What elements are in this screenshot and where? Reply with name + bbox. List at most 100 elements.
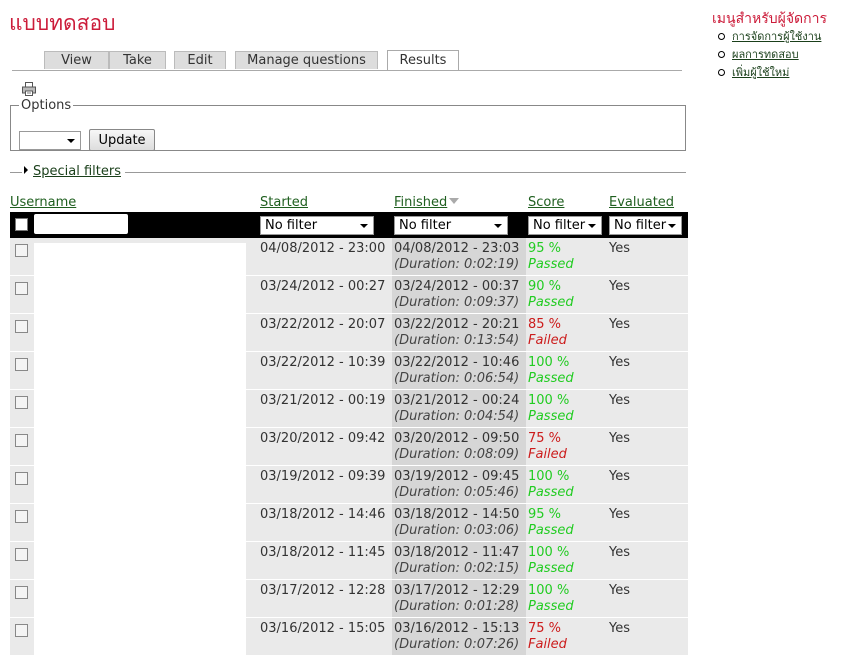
status-cell: Passed: [528, 295, 574, 310]
evaluated-cell: Yes: [609, 393, 630, 408]
header-evaluated[interactable]: Evaluated: [609, 195, 674, 210]
chevron-down-icon: [67, 139, 75, 143]
status-cell: Failed: [528, 447, 567, 462]
admin-menu-item: เพิ่มผู้ใช้ใหม่: [718, 65, 821, 83]
finished-cell: 03/19/2012 - 09:45: [394, 469, 520, 484]
username-filter-input[interactable]: [34, 214, 128, 234]
duration-cell: (Duration: 0:02:19): [394, 257, 520, 272]
status-cell: Passed: [528, 485, 574, 500]
evaluated-cell: Yes: [609, 621, 630, 636]
printer-icon[interactable]: [22, 82, 36, 96]
row-checkbox[interactable]: [15, 434, 28, 447]
started-cell: 03/24/2012 - 00:27: [260, 279, 386, 294]
special-filters-toggle[interactable]: Special filters: [22, 164, 125, 180]
tab-view[interactable]: View: [44, 51, 109, 69]
admin-link-user-management[interactable]: การจัดการผู้ใช้งาน: [732, 30, 821, 43]
finished-cell: 03/18/2012 - 11:47: [394, 545, 520, 560]
tab-manage-questions[interactable]: Manage questions: [235, 51, 378, 69]
status-cell: Passed: [528, 257, 574, 272]
row-checkbox[interactable]: [15, 586, 28, 599]
update-button[interactable]: Update: [89, 129, 155, 151]
chevron-down-icon: [494, 224, 502, 228]
score-cell: 95 %: [528, 507, 562, 522]
row-checkbox[interactable]: [15, 624, 28, 637]
started-filter-select[interactable]: No filter: [260, 216, 374, 235]
tab-bar: View Take Edit Manage questions Results: [12, 50, 682, 71]
started-cell: 03/19/2012 - 09:39: [260, 469, 386, 484]
page-title: แบบทดสอบ: [9, 11, 116, 35]
finished-cell: 03/22/2012 - 10:46: [394, 355, 520, 370]
score-cell: 85 %: [528, 317, 562, 332]
score-cell: 100 %: [528, 545, 570, 560]
finished-filter-value: No filter: [399, 218, 452, 233]
tab-edit[interactable]: Edit: [174, 51, 226, 69]
finished-cell: 03/16/2012 - 15:13: [394, 621, 520, 636]
duration-cell: (Duration: 0:03:06): [394, 523, 520, 538]
tab-results[interactable]: Results: [387, 50, 459, 70]
evaluated-cell: Yes: [609, 241, 630, 256]
duration-cell: (Duration: 0:08:09): [394, 447, 520, 462]
started-cell: 03/21/2012 - 00:19: [260, 393, 386, 408]
options-select[interactable]: [19, 131, 81, 150]
header-score[interactable]: Score: [528, 195, 564, 210]
row-checkbox[interactable]: [15, 548, 28, 561]
status-cell: Failed: [528, 333, 567, 348]
evaluated-cell: Yes: [609, 545, 630, 560]
admin-menu-item: ผลการทดสอบ: [718, 47, 821, 65]
started-cell: 03/20/2012 - 09:42: [260, 431, 386, 446]
admin-menu-title: เมนูสำหรับผู้จัดการ: [712, 11, 827, 27]
started-cell: 03/22/2012 - 20:07: [260, 317, 386, 332]
score-filter-value: No filter: [533, 218, 586, 233]
admin-link-test-results[interactable]: ผลการทดสอบ: [732, 48, 799, 61]
evaluated-cell: Yes: [609, 355, 630, 370]
evaluated-filter-select[interactable]: No filter: [609, 216, 682, 235]
row-checkbox[interactable]: [15, 510, 28, 523]
finished-cell: 03/24/2012 - 00:37: [394, 279, 520, 294]
tab-take[interactable]: Take: [109, 51, 166, 69]
duration-cell: (Duration: 0:13:54): [394, 333, 520, 348]
evaluated-filter-value: No filter: [614, 218, 667, 233]
finished-cell: 03/20/2012 - 09:50: [394, 431, 520, 446]
row-checkbox[interactable]: [15, 396, 28, 409]
started-cell: 03/16/2012 - 15:05: [260, 621, 386, 636]
duration-cell: (Duration: 0:04:54): [394, 409, 520, 424]
sort-desc-icon: [449, 198, 460, 204]
duration-cell: (Duration: 0:09:37): [394, 295, 520, 310]
select-all-checkbox[interactable]: [15, 218, 28, 231]
duration-cell: (Duration: 0:01:28): [394, 599, 520, 614]
special-filters-link[interactable]: Special filters: [33, 164, 121, 179]
evaluated-cell: Yes: [609, 431, 630, 446]
finished-cell: 03/17/2012 - 12:29: [394, 583, 520, 598]
finished-filter-select[interactable]: No filter: [394, 216, 508, 235]
duration-cell: (Duration: 0:02:15): [394, 561, 520, 576]
score-cell: 75 %: [528, 621, 562, 636]
header-username[interactable]: Username: [10, 195, 76, 210]
score-cell: 100 %: [528, 583, 570, 598]
row-checkbox[interactable]: [15, 244, 28, 257]
admin-menu: การจัดการผู้ใช้งาน ผลการทดสอบ เพิ่มผู้ใช…: [718, 29, 821, 83]
evaluated-cell: Yes: [609, 507, 630, 522]
status-cell: Passed: [528, 371, 574, 386]
row-checkbox[interactable]: [15, 472, 28, 485]
chevron-down-icon: [668, 224, 676, 228]
row-checkbox[interactable]: [15, 358, 28, 371]
header-started[interactable]: Started: [260, 195, 308, 210]
finished-cell: 04/08/2012 - 23:03: [394, 241, 520, 256]
score-filter-select[interactable]: No filter: [528, 216, 602, 235]
header-finished[interactable]: Finished: [394, 195, 447, 210]
started-cell: 03/18/2012 - 14:46: [260, 507, 386, 522]
admin-link-add-user[interactable]: เพิ่มผู้ใช้ใหม่: [732, 66, 789, 79]
started-cell: 03/22/2012 - 10:39: [260, 355, 386, 370]
options-fieldset: Options Update: [10, 98, 686, 151]
row-checkbox[interactable]: [15, 320, 28, 333]
evaluated-cell: Yes: [609, 583, 630, 598]
evaluated-cell: Yes: [609, 469, 630, 484]
duration-cell: (Duration: 0:07:26): [394, 637, 520, 652]
duration-cell: (Duration: 0:05:46): [394, 485, 520, 500]
row-checkbox[interactable]: [15, 282, 28, 295]
started-filter-value: No filter: [265, 218, 318, 233]
chevron-down-icon: [588, 224, 596, 228]
status-cell: Passed: [528, 599, 574, 614]
started-cell: 03/17/2012 - 12:28: [260, 583, 386, 598]
score-cell: 100 %: [528, 393, 570, 408]
